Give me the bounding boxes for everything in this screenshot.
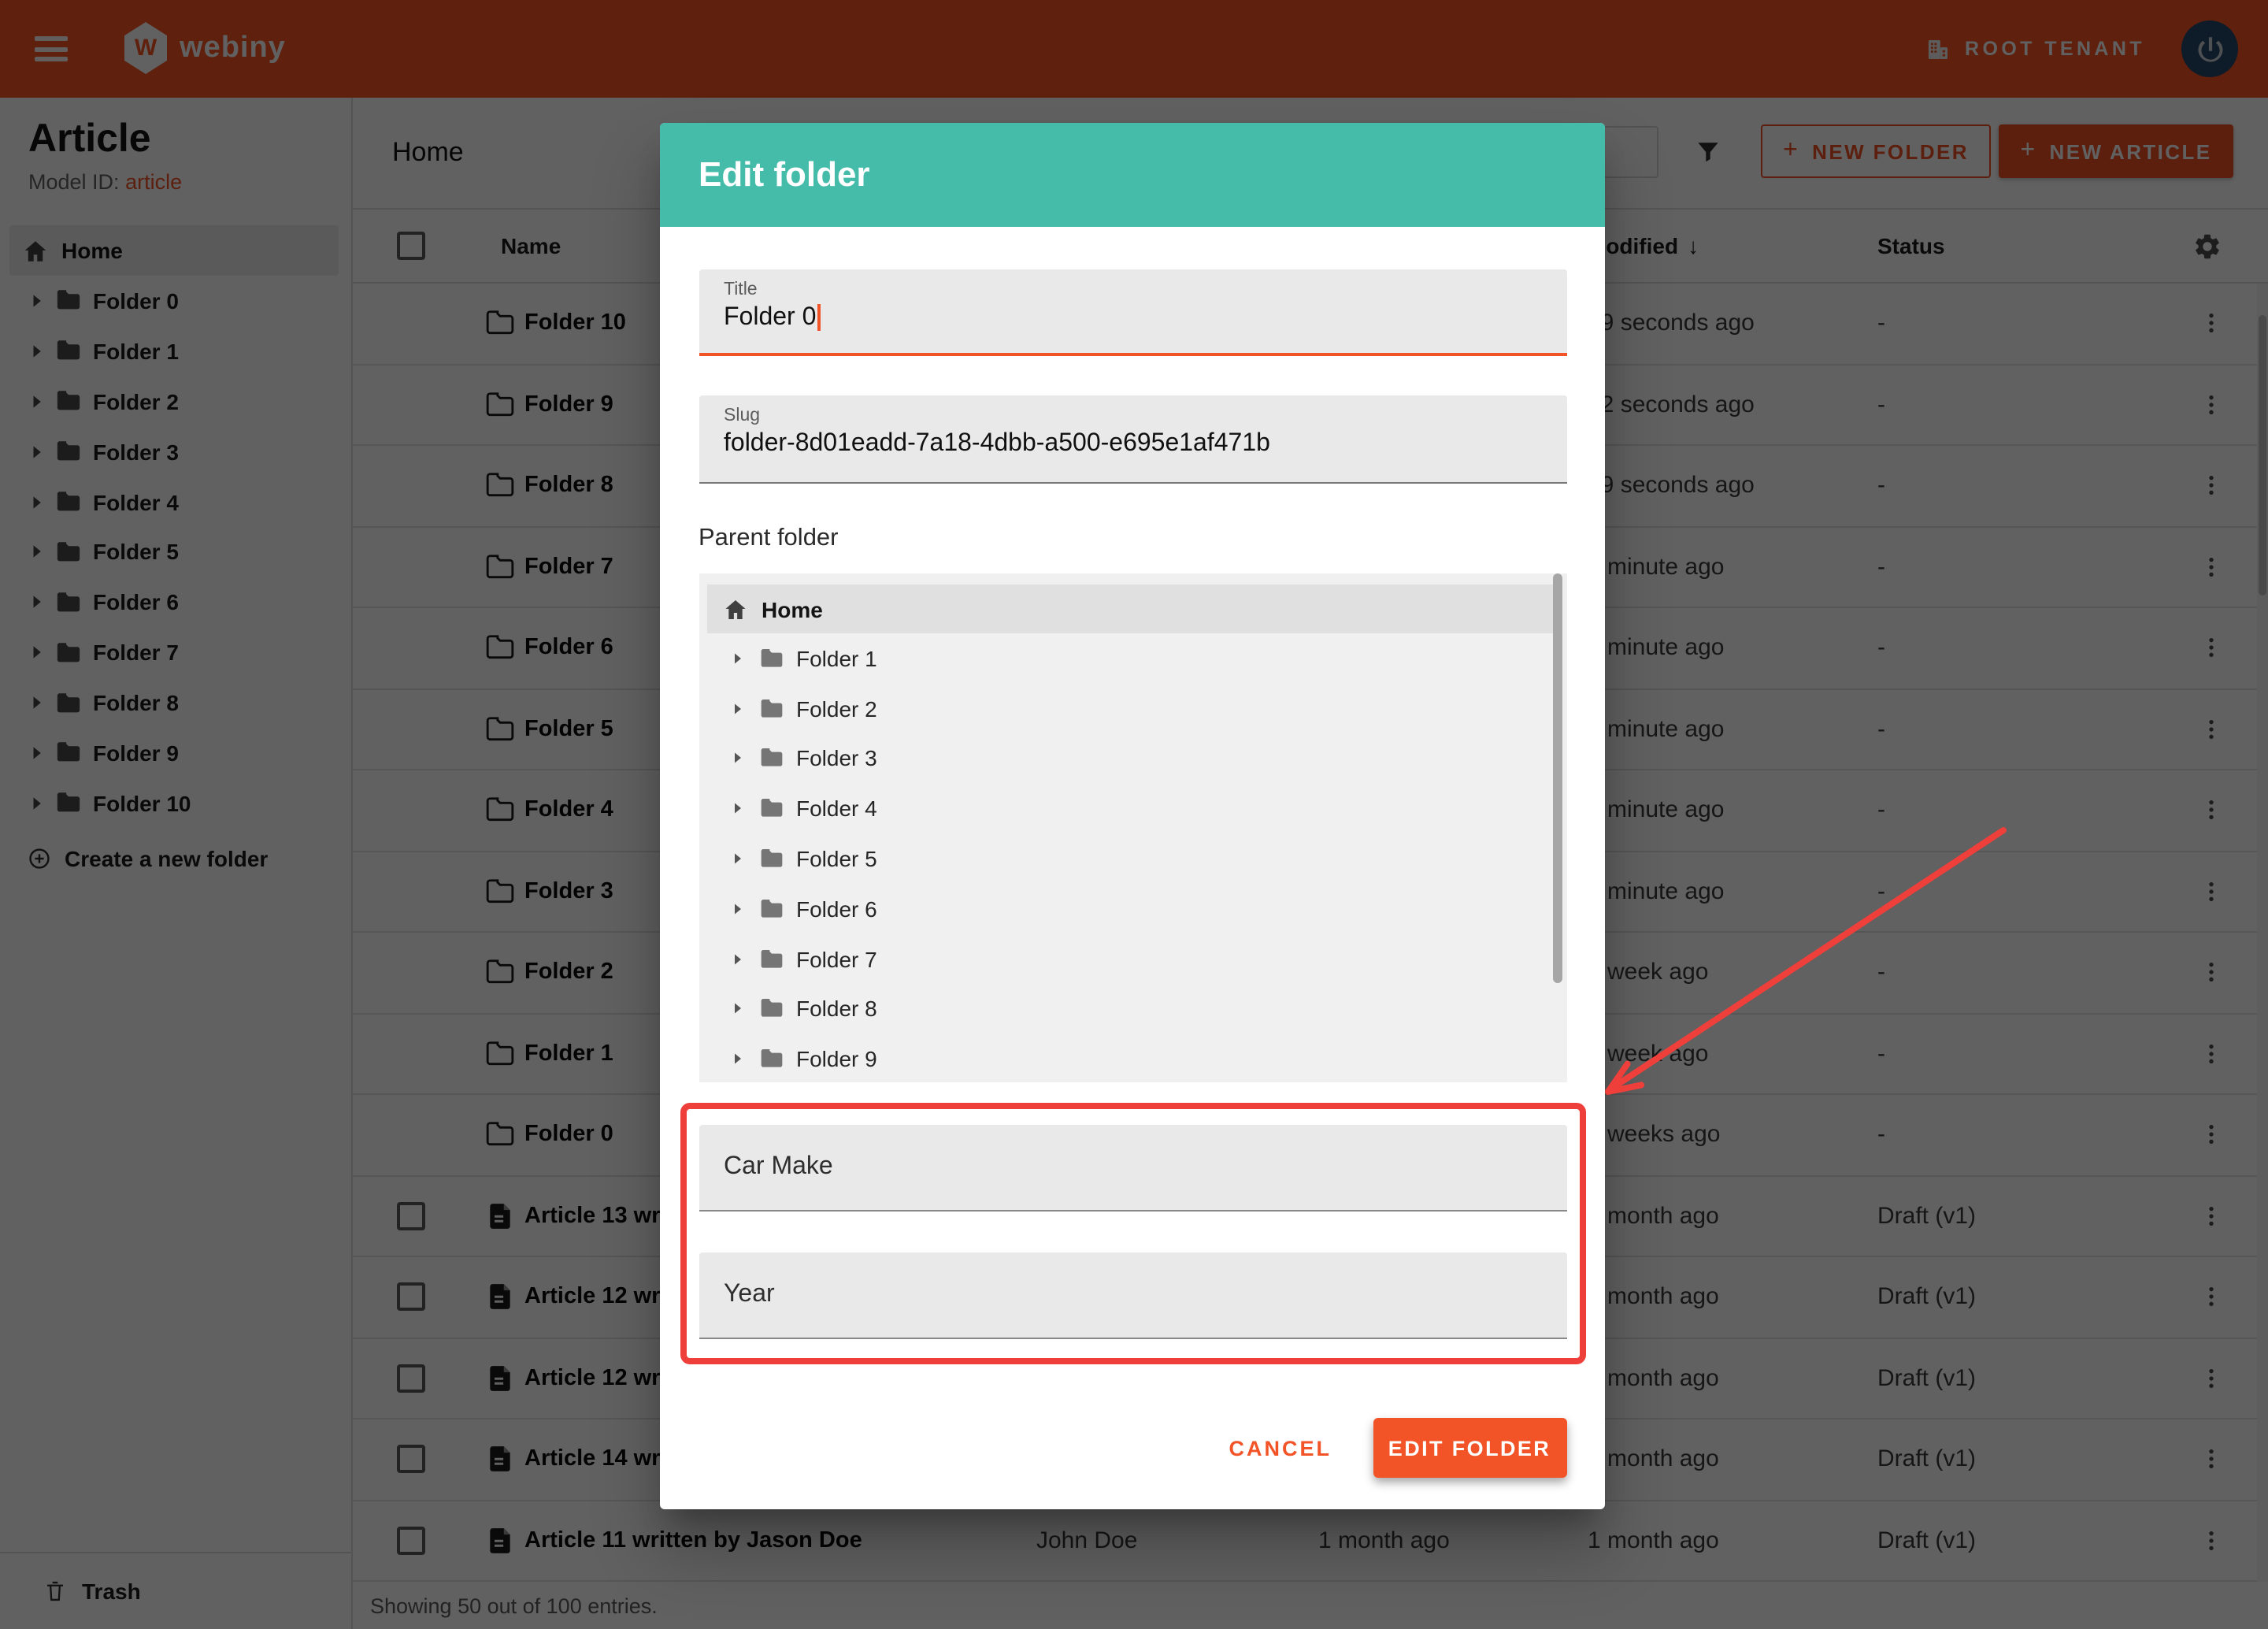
tree-folder-item[interactable]: Folder 5 (699, 833, 1566, 884)
tree-folder-label: Folder 5 (796, 846, 877, 871)
tree-folder-item[interactable]: Folder 7 (699, 934, 1566, 985)
dialog-title: Edit folder (699, 154, 870, 195)
tree-folder-label: Folder 1 (796, 646, 877, 671)
tree-folder-label: Folder 2 (796, 696, 877, 721)
folder-icon (758, 746, 784, 771)
slug-field[interactable]: Slug folder-8d01eadd-7a18-4dbb-a500-e695… (699, 395, 1566, 484)
tree-folder-item[interactable]: Folder 8 (699, 984, 1566, 1034)
chevron-right-icon[interactable] (727, 849, 746, 868)
parent-folder-label: Parent folder (699, 525, 839, 553)
folder-icon (758, 796, 784, 822)
year-label: Year (724, 1281, 775, 1309)
tree-folder-label: Folder 9 (796, 1047, 877, 1072)
tree-folder-label: Folder 3 (796, 746, 877, 771)
tree-scrollbar-thumb[interactable] (1552, 573, 1562, 983)
chevron-right-icon[interactable] (727, 1050, 746, 1069)
title-field-label: Title (724, 280, 1566, 299)
tree-item-home[interactable]: Home (706, 584, 1558, 633)
folder-icon (758, 1047, 784, 1072)
folder-icon (758, 896, 784, 922)
tree-home-label: Home (762, 596, 823, 622)
chevron-right-icon[interactable] (727, 900, 746, 918)
folder-icon (758, 696, 784, 721)
edit-folder-submit-button[interactable]: EDIT FOLDER (1373, 1418, 1566, 1478)
year-field[interactable]: Year (699, 1252, 1566, 1339)
folder-icon (758, 946, 784, 971)
tree-folder-list: Folder 1 Folder 2 Folder 3 (699, 633, 1566, 1082)
title-field-value: Folder 0 (724, 304, 1566, 332)
folder-icon (758, 996, 784, 1022)
tree-folder-item[interactable]: Folder 6 (699, 884, 1566, 934)
chevron-right-icon[interactable] (727, 749, 746, 768)
tree-folder-label: Folder 7 (796, 946, 877, 971)
tree-folder-label: Folder 8 (796, 996, 877, 1022)
tree-folder-label: Folder 4 (796, 796, 877, 822)
edit-folder-dialog: Edit folder Title Folder 0 Slug folder-8… (660, 123, 1605, 1509)
tree-folder-item[interactable]: Folder 3 (699, 733, 1566, 784)
text-cursor (817, 304, 820, 331)
tree-folder-item[interactable]: Folder 2 (699, 684, 1566, 734)
tree-folder-item[interactable]: Folder 4 (699, 784, 1566, 834)
title-field[interactable]: Title Folder 0 (699, 269, 1566, 356)
folder-icon (758, 646, 784, 671)
tree-folder-item[interactable]: Folder 1 (699, 633, 1566, 684)
parent-folder-tree: Home Folder 1 Folder 2 (699, 573, 1566, 1082)
chevron-right-icon[interactable] (727, 699, 746, 718)
chevron-right-icon[interactable] (727, 949, 746, 968)
tree-folder-label: Folder 6 (796, 896, 877, 922)
chevron-right-icon[interactable] (727, 800, 746, 818)
slug-field-value: folder-8d01eadd-7a18-4dbb-a500-e695e1af4… (724, 430, 1566, 458)
cancel-button[interactable]: CANCEL (1229, 1436, 1332, 1460)
chevron-right-icon[interactable] (727, 649, 746, 668)
dialog-actions: CANCEL EDIT FOLDER (1229, 1418, 1567, 1478)
app-root: W webiny ROOT TENANT Article Model ID: a… (0, 0, 2268, 1629)
slug-field-label: Slug (724, 406, 1566, 425)
car-make-label: Car Make (724, 1153, 833, 1182)
tree-folder-item[interactable]: Folder 9 (699, 1034, 1566, 1082)
chevron-right-icon[interactable] (727, 1000, 746, 1019)
folder-icon (758, 846, 784, 871)
home-icon (722, 596, 747, 622)
dialog-header: Edit folder (660, 123, 1605, 227)
car-make-field[interactable]: Car Make (699, 1125, 1566, 1212)
